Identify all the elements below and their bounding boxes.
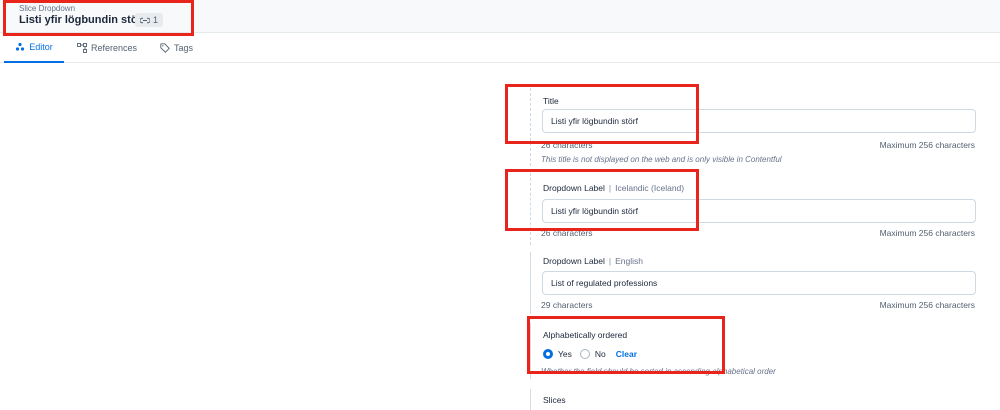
dropdown-label-is-max-chars: Maximum 256 characters <box>879 228 975 238</box>
title-input[interactable]: Listi yfir lögbundin störf <box>542 109 976 133</box>
locale-separator: | <box>608 183 612 193</box>
references-icon <box>77 43 87 53</box>
alphabetical-help-text: Whether the field should be sorted in as… <box>541 367 776 376</box>
entry-tabs: Editor References Tags <box>0 33 1000 63</box>
dropdown-label-en-char-counter: 29 characters <box>541 300 593 310</box>
content-type-label: Slice Dropdown <box>19 4 76 13</box>
tab-references-label: References <box>91 43 138 53</box>
field-slices: Slices <box>530 389 990 410</box>
dropdown-label-is-locale: Icelandic (Iceland) <box>615 183 685 193</box>
tab-tags-label: Tags <box>174 43 194 53</box>
clear-link[interactable]: Clear <box>616 349 637 359</box>
field-title: Title Listi yfir lögbundin störf 26 char… <box>530 88 990 166</box>
dropdown-label-en-input[interactable]: List of regulated professions <box>542 271 976 295</box>
tab-references[interactable]: References <box>77 33 137 63</box>
tab-editor-label: Editor <box>29 42 53 52</box>
locale-separator: | <box>608 256 612 266</box>
radio-no-label: No <box>594 349 606 359</box>
references-count: 1 <box>153 15 159 25</box>
alphabetical-label: Alphabetically ordered <box>543 330 628 340</box>
title-max-chars: Maximum 256 characters <box>879 140 975 150</box>
dropdown-label-is-input[interactable]: Listi yfir lögbundin störf <box>542 199 976 223</box>
tab-editor[interactable]: Editor <box>4 33 64 63</box>
entry-header: Slice Dropdown Listi yfir lögbundin stör… <box>0 0 1000 33</box>
title-help-text: This title is not displayed on the web a… <box>541 155 782 164</box>
tag-icon <box>160 43 170 53</box>
radio-yes[interactable]: Yes <box>543 349 572 359</box>
radio-no-control[interactable] <box>579 349 590 359</box>
dropdown-label-is-label: Dropdown Label | Icelandic (Iceland) <box>543 183 684 193</box>
field-alphabetically-ordered: Alphabetically ordered Yes No Clear Whet… <box>530 323 990 379</box>
link-icon <box>140 17 150 23</box>
tab-tags[interactable]: Tags <box>160 33 193 63</box>
title-char-counter: 26 characters <box>541 140 593 150</box>
editor-icon <box>16 42 25 51</box>
field-title-label: Title <box>543 96 559 106</box>
dropdown-label-en-name: Dropdown Label <box>543 256 605 266</box>
radio-yes-control[interactable] <box>543 349 553 359</box>
radio-no[interactable]: No <box>579 349 606 359</box>
dropdown-label-is-char-counter: 26 characters <box>541 228 593 238</box>
field-dropdown-label-is: Dropdown Label | Icelandic (Iceland) Listi… <box>530 173 990 245</box>
dropdown-label-en-locale: English <box>615 256 644 266</box>
field-dropdown-label-en: Dropdown Label | English List of regulated… <box>530 252 990 314</box>
alphabetical-radio-group: Yes No Clear <box>543 349 637 359</box>
dropdown-label-is-name: Dropdown Label <box>543 183 605 193</box>
entry-title: Listi yfir lögbundin störf <box>19 14 146 26</box>
slices-label: Slices <box>543 395 566 405</box>
dropdown-label-en-max-chars: Maximum 256 characters <box>879 300 975 310</box>
radio-yes-label: Yes <box>558 349 572 359</box>
references-badge[interactable]: 1 <box>135 13 164 27</box>
dropdown-label-en-label: Dropdown Label | English <box>543 256 643 266</box>
